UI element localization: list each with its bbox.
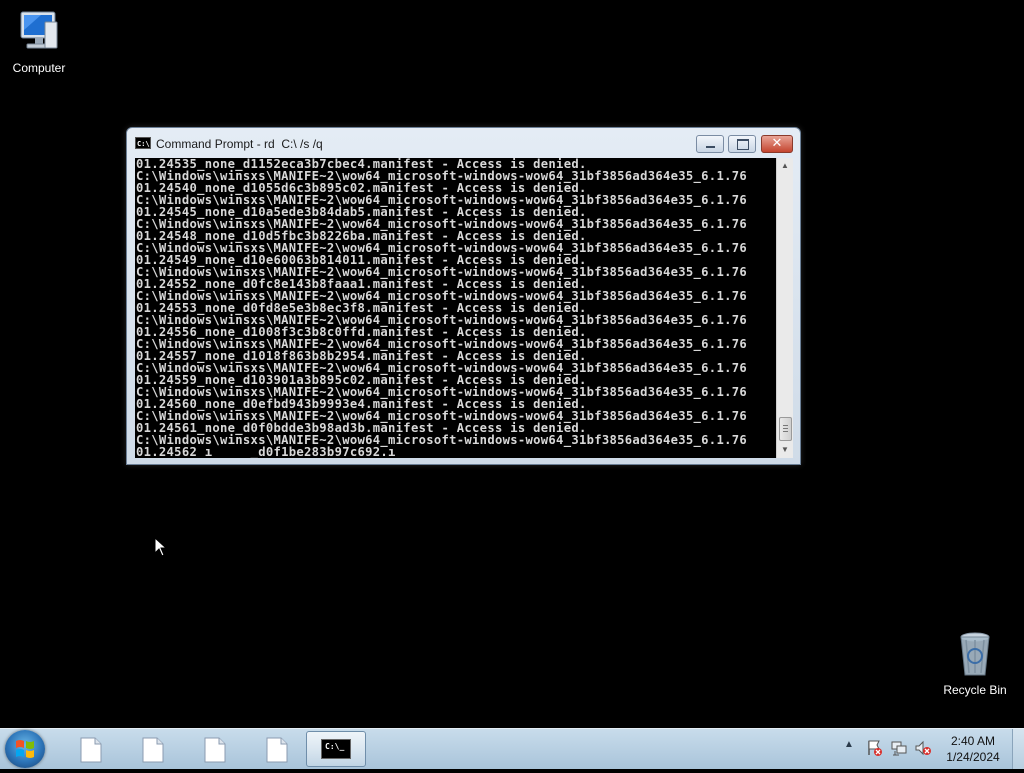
system-clock[interactable]: 2:40 AM 1/24/2024 [938,733,1008,765]
command-prompt-icon: C:\_ [321,739,351,759]
taskbar: C:\_ ▲ 2:40 AM 1/24/2024 [0,728,1024,769]
scrollbar-thumb[interactable] [779,417,792,441]
desktop-icon-label: Computer [12,61,66,75]
show-desktop-button[interactable] [1012,729,1024,769]
clock-time: 2:40 AM [950,734,996,748]
console-text: 01.24535_none_d1152eca3b7cbec4.manifest … [136,158,776,458]
command-prompt-icon: C:\ [135,137,151,149]
scroll-up-arrow-icon[interactable]: ▲ [777,158,793,174]
clock-date: 1/24/2024 [946,750,1000,764]
minimize-icon [706,146,715,148]
minimize-button[interactable] [696,135,724,153]
document-icon [204,737,226,763]
mouse-cursor-icon [154,537,168,557]
show-hidden-icons-arrow-icon[interactable]: ▲ [844,739,854,750]
document-icon [80,737,102,763]
desktop-icon-recycle-bin[interactable]: Recycle Bin [937,630,1013,697]
window-title: Command Prompt - rd C:\ /s /q [156,137,323,151]
taskbar-item-document[interactable] [124,731,178,767]
close-button[interactable]: ✕ [761,135,793,153]
maximize-icon [737,139,749,150]
recycle-bin-icon [960,632,990,676]
window-titlebar[interactable]: C:\ Command Prompt - rd C:\ /s /q ✕ [127,128,800,158]
taskbar-item-command-prompt[interactable]: C:\_ [306,731,366,767]
computer-icon [20,11,58,49]
vertical-scrollbar[interactable]: ▲ ▼ [776,158,793,458]
document-icon [142,737,164,763]
command-prompt-window[interactable]: C:\ Command Prompt - rd C:\ /s /q ✕ 01.2… [126,127,801,465]
close-icon: ✕ [771,136,783,151]
action-center-icon[interactable] [866,739,884,757]
document-icon [266,737,288,763]
volume-muted-icon[interactable] [914,739,932,757]
taskbar-item-document[interactable] [248,731,302,767]
taskbar-item-document[interactable] [186,731,240,767]
desktop-icon-computer[interactable]: Computer [1,8,77,75]
desktop-icon-label: Recycle Bin [943,683,1007,697]
start-button[interactable] [5,730,45,768]
scroll-down-arrow-icon[interactable]: ▼ [777,442,793,458]
windows-logo-icon [16,740,34,758]
network-icon[interactable] [890,739,908,757]
taskbar-item-document[interactable] [62,731,116,767]
console-line: 01.24562 ı _d0f1be283b97c692.ı [136,445,396,458]
console-output[interactable]: 01.24535_none_d1152eca3b7cbec4.manifest … [135,158,776,458]
maximize-button[interactable] [728,135,756,153]
